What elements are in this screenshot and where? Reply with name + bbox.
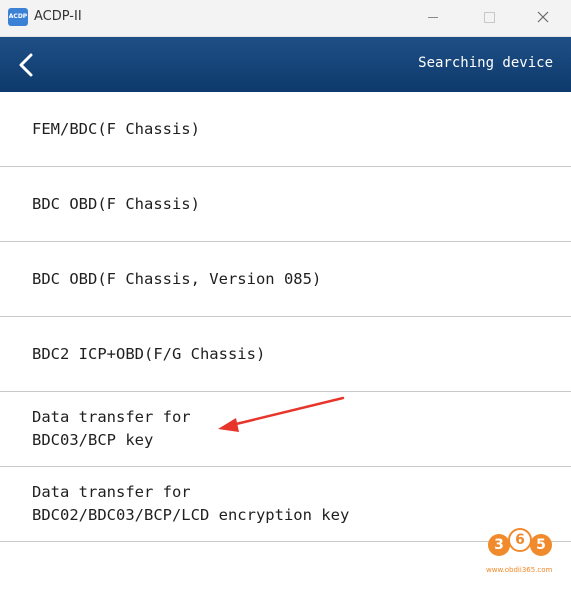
watermark-logo: 3 6 5 www.obdii365.com — [482, 520, 562, 580]
watermark-url: www.obdii365.com — [486, 566, 553, 574]
watermark-digits: 3 6 5 — [488, 528, 552, 556]
red-arrow-annotation — [218, 396, 345, 432]
